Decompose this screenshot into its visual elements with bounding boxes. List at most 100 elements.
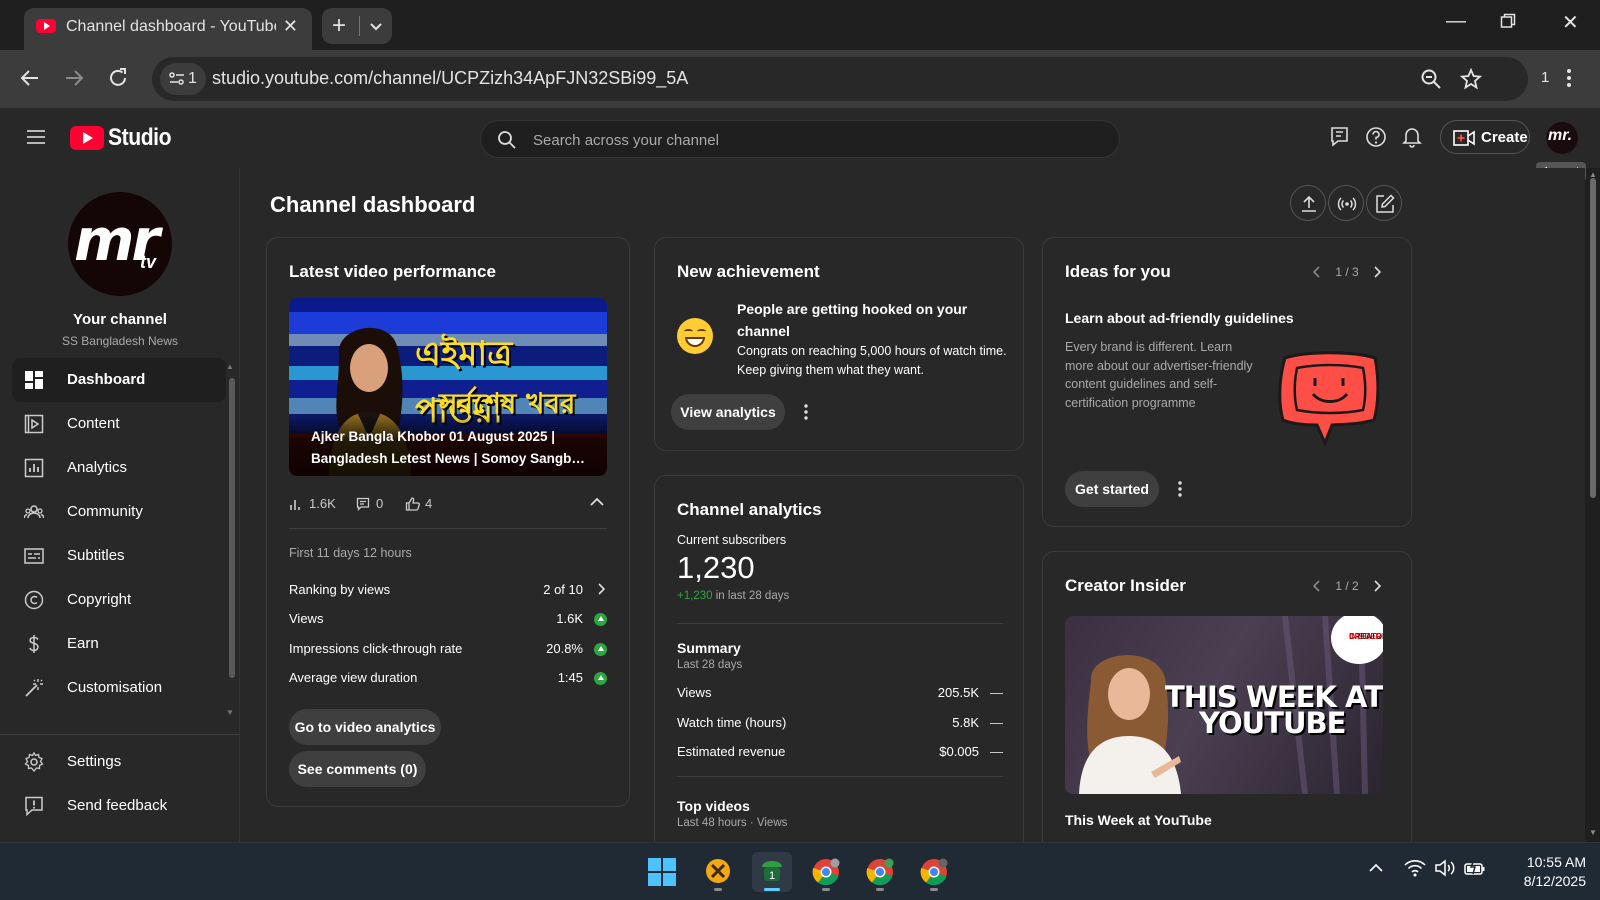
sidebar-item-settings[interactable]: Settings	[12, 740, 226, 784]
chrome-profile-2-icon[interactable]	[860, 852, 900, 892]
upload-video-button[interactable]	[1290, 185, 1326, 221]
latest-video-thumbnail[interactable]: এইমাত্র পাওয়া সর্বশেষ খবর Ajker Bangla …	[289, 298, 607, 476]
sidebar-scroll-up-icon[interactable]: ▲	[226, 362, 234, 371]
ideas-prev-icon[interactable]	[1313, 266, 1321, 278]
row-value: 2 of 10	[543, 582, 583, 597]
ideas-next-icon[interactable]	[1373, 266, 1381, 278]
browser-tab-active[interactable]: Channel dashboard - YouTube Studio ✕	[24, 8, 312, 50]
start-windows-icon[interactable]	[642, 852, 682, 892]
zoom-icon[interactable]	[1420, 68, 1442, 90]
more-options-icon[interactable]	[1177, 480, 1183, 498]
account-avatar[interactable]: mr.	[1546, 122, 1578, 154]
taskbar-clock[interactable]: 10:55 AM 8/12/2025	[1496, 853, 1586, 891]
sidebar-item-copyright[interactable]: Copyright	[12, 578, 226, 622]
more-options-icon[interactable]	[803, 403, 809, 421]
achievement-body: Congrats on reaching 5,000 hours of watc…	[737, 344, 1007, 377]
extensions-count[interactable]: 1	[1541, 69, 1549, 86]
avd-row: Average view duration 1:45	[289, 670, 607, 690]
hamburger-menu-icon[interactable]	[26, 129, 46, 145]
sidebar-item-label: Analytics	[67, 459, 128, 476]
ad-friendly-tv-illustration	[1278, 351, 1380, 447]
row-value: 1.6K	[556, 611, 583, 626]
youtube-logo-icon	[70, 126, 104, 150]
feedback-messages-icon[interactable]	[1330, 126, 1350, 148]
sidebar-scroll-down-icon[interactable]: ▼	[226, 708, 234, 717]
sidebar-item-label: Copyright	[67, 591, 132, 608]
sidebar-item-analytics[interactable]: Analytics	[12, 446, 226, 490]
window-close-icon[interactable]: ✕	[1562, 10, 1579, 35]
search-input[interactable]	[533, 129, 1093, 151]
channel-avatar[interactable]: mr tv	[68, 192, 172, 296]
bookmark-star-icon[interactable]	[1460, 68, 1482, 90]
chrome-icon[interactable]	[806, 852, 846, 892]
channel-analytics-card: Channel analytics Current subscribers 1,…	[654, 475, 1024, 842]
minimize-icon[interactable]: —	[1446, 10, 1466, 33]
site-info-button[interactable]: 1	[160, 63, 206, 95]
forward-icon[interactable]	[62, 66, 86, 90]
sidebar-item-dashboard[interactable]: Dashboard	[12, 358, 226, 402]
sidebar-scrollbar[interactable]	[229, 378, 235, 678]
sidebar-item-content[interactable]: Content	[12, 402, 226, 446]
view-analytics-button[interactable]: View analytics	[671, 394, 785, 430]
wifi-icon[interactable]	[1404, 859, 1426, 877]
sidebar-item-community[interactable]: Community	[12, 490, 226, 534]
comment-icon	[356, 497, 370, 511]
sidebar-item-customisation[interactable]: Customisation	[12, 666, 226, 710]
go-live-button[interactable]	[1328, 185, 1364, 221]
page-scrollbar[interactable]	[1590, 178, 1596, 498]
creator-insider-video-title[interactable]: This Week at YouTube	[1065, 812, 1212, 828]
tab-search-chevron-icon[interactable]	[368, 18, 384, 34]
url-text[interactable]: studio.youtube.com/channel/UCPZizh34ApFJ…	[212, 68, 688, 89]
page-scroll-down-icon[interactable]: ▼	[1589, 828, 1597, 837]
address-bar[interactable]: 1 studio.youtube.com/channel/UCPZizh34Ap…	[152, 57, 1528, 101]
create-button[interactable]: Create	[1440, 120, 1530, 154]
svg-text:1: 1	[769, 870, 775, 882]
show-hidden-icons-chevron-icon[interactable]	[1368, 863, 1384, 873]
ideas-pager: 1 / 3	[1335, 265, 1359, 279]
thumbnail-title-line2: YOUTUBE	[1199, 706, 1346, 740]
page-scroll-up-icon[interactable]: ▲	[1589, 170, 1597, 179]
help-icon[interactable]	[1365, 126, 1387, 148]
row-label: Views	[289, 611, 324, 626]
get-started-button[interactable]: Get started	[1065, 471, 1159, 507]
reload-icon[interactable]	[106, 66, 130, 90]
browser-menu-icon[interactable]	[1566, 68, 1572, 88]
latest-video-title[interactable]: Ajker Bangla Khobor 01 August 2025 | Ban…	[311, 426, 591, 470]
restore-icon[interactable]	[1500, 10, 1516, 29]
collapse-chevron-icon[interactable]	[589, 496, 605, 508]
latest-video-period: First 11 days 12 hours	[289, 546, 412, 560]
grinning-face-icon	[677, 318, 713, 354]
creator-insider-prev-icon[interactable]	[1313, 580, 1321, 592]
taskbar-app-active-icon[interactable]: 1	[752, 852, 792, 892]
back-icon[interactable]	[18, 66, 42, 90]
achievement-headline: People are getting hooked on your channe…	[737, 301, 968, 339]
analytics-icon	[24, 458, 44, 478]
creator-insider-thumbnail[interactable]: THIS WEEK AT YOUTUBE CREATORINSIDER	[1065, 616, 1383, 794]
search-box[interactable]	[480, 120, 1120, 158]
go-to-video-analytics-button[interactable]: Go to video analytics	[289, 709, 441, 745]
battery-charging-icon[interactable]	[1464, 859, 1486, 877]
browser-toolbar: 1 studio.youtube.com/channel/UCPZizh34Ap…	[0, 50, 1600, 108]
sidebar-item-subtitles[interactable]: Subtitles	[12, 534, 226, 578]
see-comments-button[interactable]: See comments (0)	[289, 751, 426, 787]
community-icon	[24, 502, 44, 522]
tab-title: Channel dashboard - YouTube Studio	[66, 18, 276, 35]
volume-icon[interactable]	[1434, 859, 1456, 877]
sidebar: mr tv Your channel SS Bangladesh News Da…	[0, 168, 240, 842]
new-tab-group: +	[322, 8, 392, 44]
channel-avatar-sub-text: tv	[140, 252, 157, 272]
live-broadcast-icon	[1337, 197, 1357, 211]
sidebar-item-send-feedback[interactable]: Send feedback	[12, 784, 226, 828]
clock-time: 10:55 AM	[1526, 854, 1586, 870]
taskbar-app-circle-icon[interactable]	[698, 852, 738, 892]
ideas-body: Every brand is different. Learn more abo…	[1065, 340, 1253, 410]
creator-insider-next-icon[interactable]	[1373, 580, 1381, 592]
notifications-bell-icon[interactable]	[1402, 126, 1422, 148]
tab-close-icon[interactable]: ✕	[283, 16, 298, 37]
create-post-button[interactable]	[1366, 185, 1402, 221]
studio-header: Studio Create mr.	[0, 108, 1600, 168]
ranking-row[interactable]: Ranking by views 2 of 10	[289, 582, 607, 602]
new-tab-icon[interactable]: +	[332, 12, 346, 40]
sidebar-item-earn[interactable]: Earn	[12, 622, 226, 666]
chrome-profile-3-icon[interactable]	[914, 852, 954, 892]
